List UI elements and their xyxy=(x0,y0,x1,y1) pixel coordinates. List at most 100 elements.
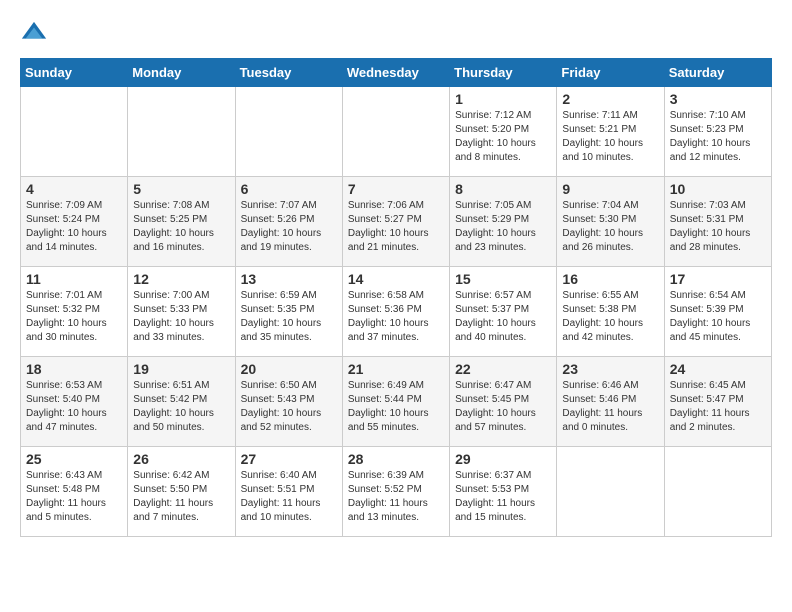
calendar-cell xyxy=(557,447,664,537)
day-number: 7 xyxy=(348,181,444,197)
calendar-cell: 19 Sunrise: 6:51 AMSunset: 5:42 PMDayligh… xyxy=(128,357,235,447)
calendar-week-row: 18 Sunrise: 6:53 AMSunset: 5:40 PMDayligh… xyxy=(21,357,772,447)
day-number: 4 xyxy=(26,181,122,197)
day-info: Sunrise: 6:39 AMSunset: 5:52 PMDaylight:… xyxy=(348,469,444,525)
calendar-cell: 2 Sunrise: 7:11 AMSunset: 5:21 PMDaylight… xyxy=(557,87,664,177)
day-info: Sunrise: 6:42 AMSunset: 5:50 PMDaylight:… xyxy=(133,469,229,525)
calendar-cell xyxy=(664,447,771,537)
day-number: 19 xyxy=(133,361,229,377)
day-number: 12 xyxy=(133,271,229,287)
day-info: Sunrise: 7:06 AMSunset: 5:27 PMDaylight:… xyxy=(348,199,444,255)
weekday-header-thursday: Thursday xyxy=(450,59,557,87)
calendar-cell: 28 Sunrise: 6:39 AMSunset: 5:52 PMDayligh… xyxy=(342,447,449,537)
day-number: 14 xyxy=(348,271,444,287)
day-number: 6 xyxy=(241,181,337,197)
calendar-cell: 11 Sunrise: 7:01 AMSunset: 5:32 PMDayligh… xyxy=(21,267,128,357)
page-header xyxy=(20,20,772,48)
calendar-cell xyxy=(235,87,342,177)
calendar-cell: 3 Sunrise: 7:10 AMSunset: 5:23 PMDaylight… xyxy=(664,87,771,177)
calendar-cell: 1 Sunrise: 7:12 AMSunset: 5:20 PMDaylight… xyxy=(450,87,557,177)
day-info: Sunrise: 6:54 AMSunset: 5:39 PMDaylight:… xyxy=(670,289,766,345)
day-info: Sunrise: 6:46 AMSunset: 5:46 PMDaylight:… xyxy=(562,379,658,435)
calendar-cell: 13Sunrise: 6:59 AMSunset: 5:35 PMDayligh… xyxy=(235,267,342,357)
weekday-header-tuesday: Tuesday xyxy=(235,59,342,87)
day-number: 23 xyxy=(562,361,658,377)
day-number: 1 xyxy=(455,91,551,107)
day-info: Sunrise: 7:05 AMSunset: 5:29 PMDaylight:… xyxy=(455,199,551,255)
calendar-cell: 9Sunrise: 7:04 AMSunset: 5:30 PMDaylight… xyxy=(557,177,664,267)
day-number: 2 xyxy=(562,91,658,107)
calendar-cell: 25Sunrise: 6:43 AMSunset: 5:48 PMDayligh… xyxy=(21,447,128,537)
day-info: Sunrise: 6:49 AMSunset: 5:44 PMDaylight:… xyxy=(348,379,444,435)
day-number: 8 xyxy=(455,181,551,197)
calendar-cell: 7 Sunrise: 7:06 AMSunset: 5:27 PMDaylight… xyxy=(342,177,449,267)
day-number: 18 xyxy=(26,361,122,377)
calendar-cell: 16Sunrise: 6:55 AMSunset: 5:38 PMDayligh… xyxy=(557,267,664,357)
calendar-cell: 18 Sunrise: 6:53 AMSunset: 5:40 PMDayligh… xyxy=(21,357,128,447)
weekday-header-wednesday: Wednesday xyxy=(342,59,449,87)
day-number: 27 xyxy=(241,451,337,467)
day-info: Sunrise: 7:11 AMSunset: 5:21 PMDaylight:… xyxy=(562,109,658,165)
day-number: 25 xyxy=(26,451,122,467)
day-number: 20 xyxy=(241,361,337,377)
day-number: 3 xyxy=(670,91,766,107)
calendar-cell: 27 Sunrise: 6:40 AMSunset: 5:51 PMDayligh… xyxy=(235,447,342,537)
calendar-cell: 6 Sunrise: 7:07 AMSunset: 5:26 PMDaylight… xyxy=(235,177,342,267)
calendar-cell: 21 Sunrise: 6:49 AMSunset: 5:44 PMDayligh… xyxy=(342,357,449,447)
weekday-header-friday: Friday xyxy=(557,59,664,87)
calendar-week-row: 1 Sunrise: 7:12 AMSunset: 5:20 PMDaylight… xyxy=(21,87,772,177)
day-info: Sunrise: 7:12 AMSunset: 5:20 PMDaylight:… xyxy=(455,109,551,165)
day-number: 26 xyxy=(133,451,229,467)
calendar-cell: 26 Sunrise: 6:42 AMSunset: 5:50 PMDayligh… xyxy=(128,447,235,537)
logo-icon xyxy=(20,20,48,48)
weekday-header-row: SundayMondayTuesdayWednesdayThursdayFrid… xyxy=(21,59,772,87)
weekday-header-monday: Monday xyxy=(128,59,235,87)
calendar-cell: 12 Sunrise: 7:00 AMSunset: 5:33 PMDayligh… xyxy=(128,267,235,357)
weekday-header-saturday: Saturday xyxy=(664,59,771,87)
day-info: Sunrise: 7:03 AMSunset: 5:31 PMDaylight:… xyxy=(670,199,766,255)
calendar-cell: 17 Sunrise: 6:54 AMSunset: 5:39 PMDayligh… xyxy=(664,267,771,357)
day-info: Sunrise: 7:01 AMSunset: 5:32 PMDaylight:… xyxy=(26,289,122,345)
day-info: Sunrise: 7:04 AMSunset: 5:30 PMDaylight:… xyxy=(562,199,658,255)
day-number: 22 xyxy=(455,361,551,377)
day-info: Sunrise: 6:55 AMSunset: 5:38 PMDaylight:… xyxy=(562,289,658,345)
calendar-cell: 23 Sunrise: 6:46 AMSunset: 5:46 PMDayligh… xyxy=(557,357,664,447)
calendar-cell: 14 Sunrise: 6:58 AMSunset: 5:36 PMDayligh… xyxy=(342,267,449,357)
day-info: Sunrise: 6:50 AMSunset: 5:43 PMDaylight:… xyxy=(241,379,337,435)
day-number: 28 xyxy=(348,451,444,467)
weekday-header-sunday: Sunday xyxy=(21,59,128,87)
calendar-cell: 10 Sunrise: 7:03 AMSunset: 5:31 PMDayligh… xyxy=(664,177,771,267)
calendar-week-row: 11 Sunrise: 7:01 AMSunset: 5:32 PMDayligh… xyxy=(21,267,772,357)
day-number: 29 xyxy=(455,451,551,467)
day-number: 17 xyxy=(670,271,766,287)
day-number: 21 xyxy=(348,361,444,377)
day-info: Sunrise: 6:37 AMSunset: 5:53 PMDaylight:… xyxy=(455,469,551,525)
day-info: Sunrise: 7:10 AMSunset: 5:23 PMDaylight:… xyxy=(670,109,766,165)
day-info: Sunrise: 7:09 AMSunset: 5:24 PMDaylight:… xyxy=(26,199,122,255)
calendar-cell xyxy=(21,87,128,177)
calendar-cell: 22Sunrise: 6:47 AMSunset: 5:45 PMDayligh… xyxy=(450,357,557,447)
calendar-table: SundayMondayTuesdayWednesdayThursdayFrid… xyxy=(20,58,772,537)
day-info: Sunrise: 7:07 AMSunset: 5:26 PMDaylight:… xyxy=(241,199,337,255)
calendar-week-row: 25Sunrise: 6:43 AMSunset: 5:48 PMDayligh… xyxy=(21,447,772,537)
calendar-cell: 24 Sunrise: 6:45 AMSunset: 5:47 PMDayligh… xyxy=(664,357,771,447)
day-info: Sunrise: 6:58 AMSunset: 5:36 PMDaylight:… xyxy=(348,289,444,345)
calendar-cell: 20 Sunrise: 6:50 AMSunset: 5:43 PMDayligh… xyxy=(235,357,342,447)
calendar-cell: 8 Sunrise: 7:05 AMSunset: 5:29 PMDaylight… xyxy=(450,177,557,267)
day-number: 11 xyxy=(26,271,122,287)
day-info: Sunrise: 6:53 AMSunset: 5:40 PMDaylight:… xyxy=(26,379,122,435)
calendar-cell: 4 Sunrise: 7:09 AMSunset: 5:24 PMDaylight… xyxy=(21,177,128,267)
day-info: Sunrise: 6:57 AMSunset: 5:37 PMDaylight:… xyxy=(455,289,551,345)
day-number: 15 xyxy=(455,271,551,287)
day-info: Sunrise: 7:00 AMSunset: 5:33 PMDaylight:… xyxy=(133,289,229,345)
day-info: Sunrise: 6:45 AMSunset: 5:47 PMDaylight:… xyxy=(670,379,766,435)
day-info: Sunrise: 6:51 AMSunset: 5:42 PMDaylight:… xyxy=(133,379,229,435)
logo xyxy=(20,20,52,48)
calendar-cell xyxy=(128,87,235,177)
calendar-cell xyxy=(342,87,449,177)
day-number: 24 xyxy=(670,361,766,377)
day-info: Sunrise: 7:08 AMSunset: 5:25 PMDaylight:… xyxy=(133,199,229,255)
day-number: 5 xyxy=(133,181,229,197)
day-number: 10 xyxy=(670,181,766,197)
day-info: Sunrise: 6:40 AMSunset: 5:51 PMDaylight:… xyxy=(241,469,337,525)
